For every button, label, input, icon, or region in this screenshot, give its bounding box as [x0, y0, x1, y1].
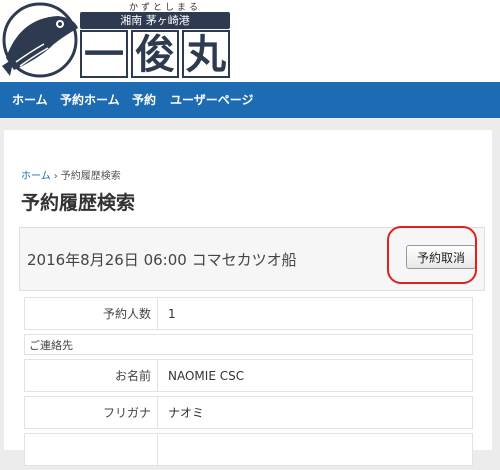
people-count-value: 1 [168, 307, 176, 321]
table-row: 予約人数 1 [24, 297, 473, 330]
booking-details-table: 予約人数 1 ご連絡先 お名前 NAOMIE CSC フリガナ ナオミ [24, 297, 473, 470]
name-label: お名前 [25, 360, 158, 391]
main-navigation: ホーム 予約ホーム 予約 ユーザーページ [0, 82, 500, 118]
kana-label: フリガナ [25, 397, 158, 428]
breadcrumb: ホーム › 予約履歴検索 [21, 167, 121, 182]
nav-item-reservation-home[interactable]: 予約ホーム [60, 82, 120, 118]
name-value: NAOMIE CSC [168, 369, 245, 383]
nav-item-reservation[interactable]: 予約 [132, 82, 156, 118]
table-row: お名前 NAOMIE CSC [24, 359, 473, 392]
people-count-label: 予約人数 [25, 298, 158, 329]
breadcrumb-separator: › [53, 171, 58, 182]
logo-port-name: 湘南 茅ヶ崎港 [80, 12, 230, 29]
page-title: 予約履歴検索 [21, 192, 136, 214]
logo-kanji-3: 丸 [182, 30, 230, 78]
nav-item-user-page[interactable]: ユーザーページ [170, 82, 254, 118]
table-row [24, 433, 473, 466]
contact-section-label: ご連絡先 [29, 339, 73, 352]
logo-kanji-1: 一 [80, 30, 128, 78]
booking-title: 2016年8月26日 06:00 コマセカツオ船 [27, 251, 297, 269]
table-row: ご連絡先 [24, 334, 473, 355]
logo-kanji-2: 俊 [131, 30, 179, 78]
fish-logo-icon [2, 2, 78, 78]
content-panel: ホーム › 予約履歴検索 予約履歴検索 2016年8月26日 06:00 コマセカツ… [4, 130, 492, 466]
kana-value: ナオミ [168, 406, 205, 420]
empty-label [25, 434, 158, 465]
highlight-circle [387, 226, 477, 284]
breadcrumb-home-link[interactable]: ホーム [21, 171, 51, 182]
nav-item-home[interactable]: ホーム [12, 82, 48, 118]
site-header: かずとしまる 湘南 茅ヶ崎港 一 俊 丸 [0, 0, 500, 82]
breadcrumb-current: 予約履歴検索 [60, 171, 121, 182]
table-row: フリガナ ナオミ [24, 396, 473, 429]
